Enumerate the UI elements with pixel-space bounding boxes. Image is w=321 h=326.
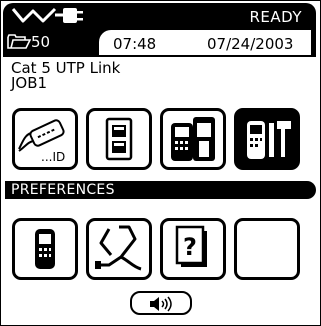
status-row: READY [3, 3, 316, 27]
probe-settings-button[interactable] [86, 218, 152, 280]
job-label: JOB1 [11, 74, 48, 92]
date-display: 07/24/2003 [207, 35, 294, 53]
probe-cable-icon [95, 225, 142, 271]
remote-unit-icon [105, 117, 133, 161]
remote-unit-button[interactable] [86, 108, 152, 170]
cable-id-label: ...ID [41, 150, 65, 164]
link-cable-icon [11, 7, 83, 23]
tools-button[interactable] [234, 108, 300, 170]
cable-id-icon: ...ID [18, 119, 65, 164]
svg-text:?: ? [183, 233, 197, 261]
folder-icon [7, 34, 32, 49]
preferences-bar: PREFERENCES [5, 181, 316, 199]
clock-panel: 07:48 07/24/2003 [99, 30, 311, 55]
phone-setup-button[interactable] [12, 218, 78, 280]
folder-count: 50 [31, 33, 51, 51]
cable-id-button[interactable]: ...ID [12, 108, 78, 170]
preferences-label: PREFERENCES [11, 182, 115, 198]
folder-indicator[interactable]: 50 [7, 33, 50, 51]
time-row: 50 07:48 07/24/2003 [3, 30, 316, 57]
speaker-icon [150, 296, 172, 312]
time-display: 07:48 [113, 35, 157, 53]
tools-icon [247, 121, 291, 159]
handheld-tester-button[interactable] [160, 108, 226, 170]
help-button[interactable]: ? [160, 218, 226, 280]
help-book-icon: ? [175, 225, 207, 267]
phone-icon [35, 229, 55, 269]
empty-slot-button[interactable] [234, 218, 300, 280]
ready-status: READY [249, 8, 302, 26]
speaker-button[interactable] [130, 291, 192, 315]
handheld-tester-icon [171, 117, 215, 161]
